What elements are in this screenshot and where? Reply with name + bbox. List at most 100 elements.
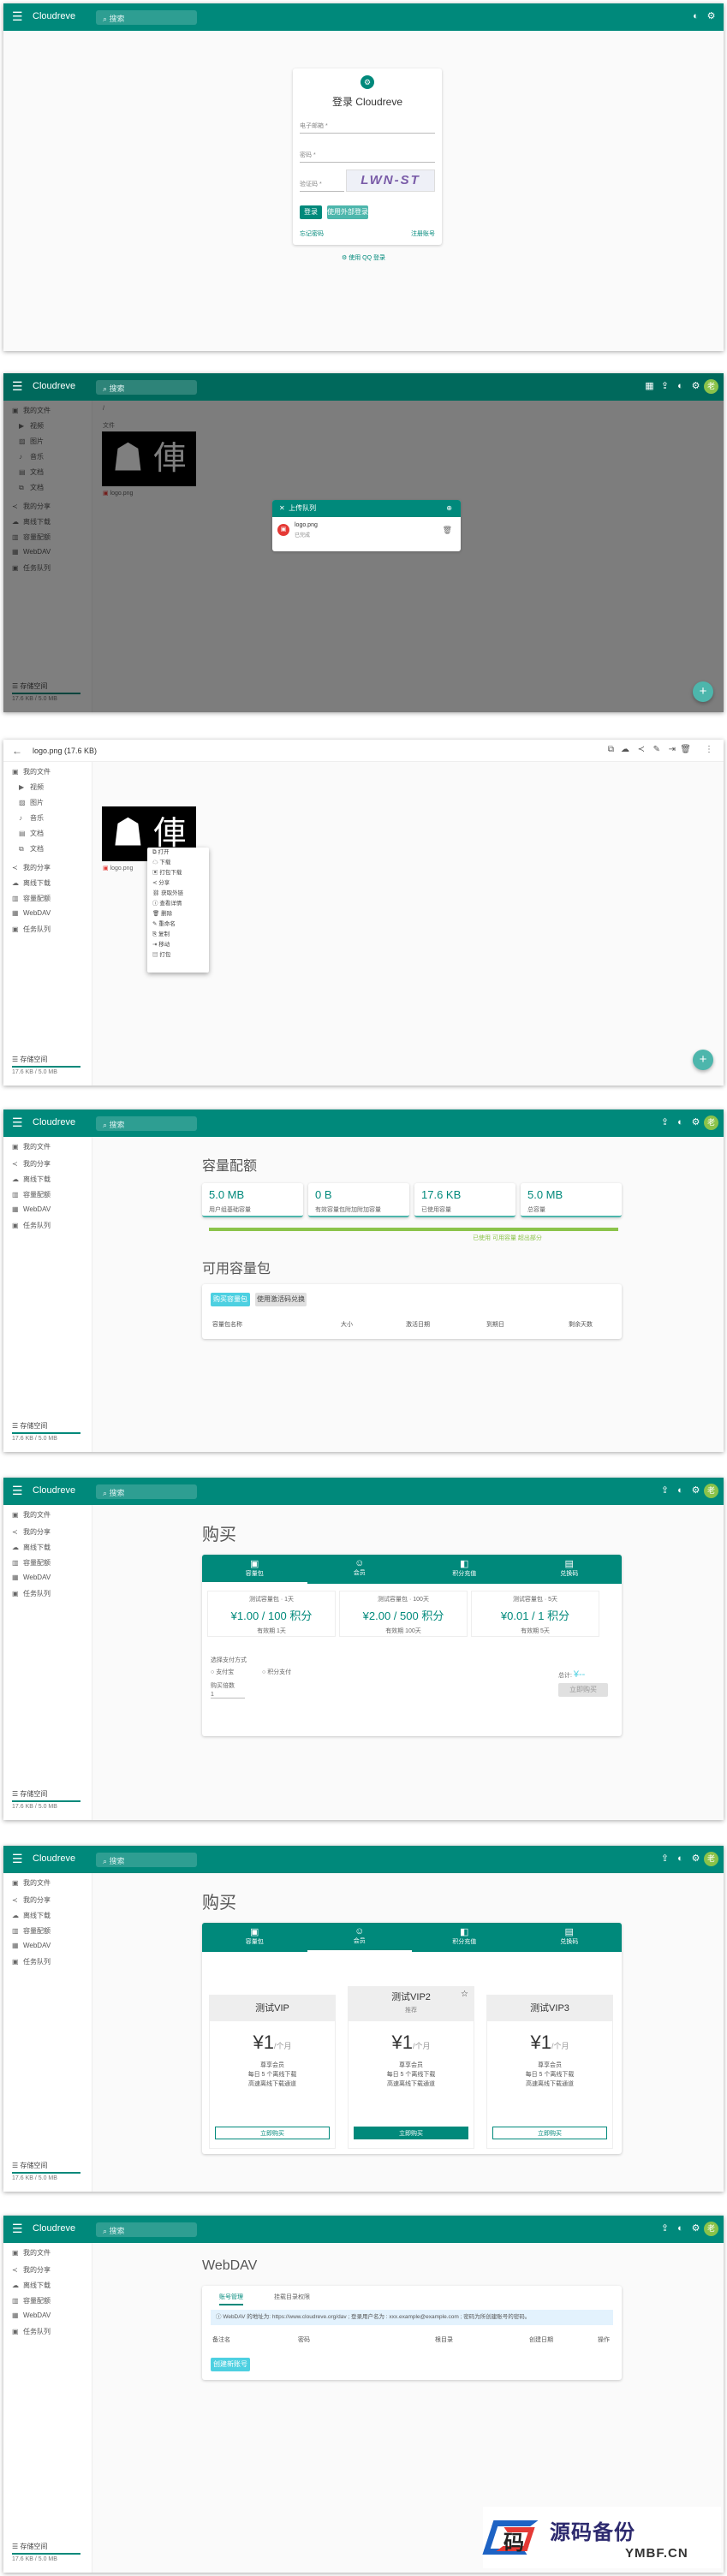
share-icon[interactable]: ≺ [638, 745, 645, 754]
menu-item-rename[interactable]: ✎ 重命名 [147, 919, 209, 930]
tab-points[interactable]: ◧ 积分充值 [412, 1558, 517, 1578]
sidebar-item-tasks[interactable]: ▣任务队列 [12, 1589, 51, 1598]
upload-fab[interactable]: + [693, 1050, 713, 1070]
menu-item-archive-download[interactable]: ▣ 打包下载 [147, 868, 209, 878]
menu-item-link[interactable]: ⛓ 获取外链 [147, 889, 209, 899]
tab-vip[interactable]: ☺ 会员 [307, 1926, 413, 1945]
theme-icon[interactable]: ◐ [690, 11, 701, 22]
menu-icon[interactable]: ☰ [12, 9, 23, 24]
sidebar-item-storage[interactable]: ▥容量配额 [12, 1926, 51, 1936]
upload-fab[interactable]: + [693, 681, 713, 702]
vip-buy-button-2[interactable]: 立即购买 [492, 2127, 607, 2139]
menu-item-copy[interactable]: ⎘ 复制 [147, 930, 209, 940]
redeem-button[interactable]: 使用激活码兑换 [255, 1293, 307, 1306]
avatar[interactable]: 老 [704, 1484, 718, 1498]
share-icon[interactable]: ⇪ [659, 2223, 670, 2234]
sidebar-item-shares[interactable]: ≺我的分享 [12, 1895, 51, 1905]
sidebar-item-my-files[interactable]: ▣我的文件 [12, 1142, 51, 1151]
sidebar-item-storage[interactable]: ▥容量配额 [12, 1558, 51, 1568]
file-name[interactable]: ▣ logo.png [103, 865, 133, 872]
more-icon[interactable]: ⋮ [705, 745, 713, 754]
sidebar-item-downloads[interactable]: ☁离线下载 [12, 1175, 51, 1184]
theme-icon[interactable]: ◐ [675, 1117, 686, 1128]
pack-item-2[interactable]: 测试容量包 · 5天 ¥0.01 / 1 积分 有效期 5天 [471, 1591, 599, 1637]
menu-item-move[interactable]: ⇥ 移动 [147, 940, 209, 950]
sidebar-item-image[interactable]: ▨图片 [19, 798, 44, 807]
tab-vip[interactable]: ☺ 会员 [307, 1558, 413, 1577]
search-input[interactable]: ⌕ 搜索 [96, 1484, 197, 1499]
external-login-link[interactable]: ⚙ 使用 QQ 登录 [3, 253, 724, 262]
pack-item-0[interactable]: 测试容量包 · 1天 ¥1.00 / 100 积分 有效期 1天 [207, 1591, 336, 1637]
tab-packs[interactable]: ▣ 容量包 [202, 1558, 307, 1578]
tab-accounts[interactable]: 账号管理 [219, 2293, 243, 2305]
delete-icon[interactable]: 🗑 [443, 526, 452, 535]
pay-option-alipay[interactable]: ○ 支付宝 [211, 1668, 234, 1676]
download-icon[interactable]: ☁ [621, 745, 629, 754]
theme-icon[interactable]: ◐ [675, 1485, 686, 1496]
settings-icon[interactable]: ⚙ [706, 11, 717, 22]
sidebar-item-downloads[interactable]: ☁离线下载 [12, 1543, 51, 1552]
back-icon[interactable]: ← [12, 745, 22, 757]
sidebar-item-webdav[interactable]: ▦WebDAV [12, 1942, 51, 1949]
sidebar-item-downloads[interactable]: ☁离线下载 [12, 1911, 51, 1920]
email-field[interactable]: 电子邮箱 * [300, 122, 435, 134]
pay-option-points[interactable]: ○ 积分支付 [262, 1668, 291, 1676]
avatar[interactable]: 老 [704, 1115, 718, 1130]
settings-icon[interactable]: ⚙ [690, 2223, 701, 2234]
tab-redeem[interactable]: ▤ 兑换码 [517, 1926, 623, 1946]
external-login-button[interactable]: 使用外部登录 [327, 205, 368, 219]
share-icon[interactable]: ⇪ [659, 1853, 670, 1865]
pack-item-1[interactable]: 测试容量包 · 100天 ¥2.00 / 500 积分 有效期 100天 [339, 1591, 468, 1637]
search-input[interactable]: ⌕ 搜索 [96, 1116, 197, 1131]
sidebar-item-webdav[interactable]: ▦WebDAV [12, 909, 51, 917]
login-button[interactable]: 登录 [300, 205, 322, 219]
sidebar-item-webdav[interactable]: ▦WebDAV [12, 1205, 51, 1213]
open-icon[interactable]: ⧉ [608, 745, 614, 754]
sidebar-item-tasks[interactable]: ▣任务队列 [12, 925, 51, 934]
menu-icon[interactable]: ☰ [12, 379, 23, 394]
sidebar-item-my-files[interactable]: ▣我的文件 [12, 1510, 51, 1520]
avatar[interactable]: 老 [704, 2222, 718, 2236]
sidebar-item-storage[interactable]: ▥容量配额 [12, 2296, 51, 2305]
search-input[interactable]: ⌕ 搜索 [96, 2222, 197, 2237]
sidebar-item-tasks[interactable]: ▣任务队列 [12, 1221, 51, 1230]
sidebar-item-doc2[interactable]: ⧉文档 [19, 844, 44, 854]
menu-item-details[interactable]: ⓘ 查看详情 [147, 899, 209, 909]
sidebar-item-downloads[interactable]: ☁离线下载 [12, 2281, 51, 2290]
sidebar-item-tasks[interactable]: ▣任务队列 [12, 1957, 51, 1966]
rename-icon[interactable]: ✎ [653, 745, 660, 754]
view-icon[interactable]: ▦ [644, 381, 655, 392]
register-link[interactable]: 注册账号 [411, 229, 435, 238]
menu-icon[interactable]: ☰ [12, 2222, 23, 2236]
sidebar-item-my-files[interactable]: ▣我的文件 [12, 1878, 51, 1888]
theme-icon[interactable]: ◐ [675, 2223, 686, 2234]
search-input[interactable]: ⌕ 搜索 [96, 1853, 197, 1867]
menu-icon[interactable]: ☰ [12, 1484, 23, 1498]
sidebar-item-storage[interactable]: ▥容量配额 [12, 1190, 51, 1199]
menu-item-delete[interactable]: 🗑 删除 [147, 909, 209, 919]
tab-packs[interactable]: ▣ 容量包 [202, 1926, 307, 1946]
create-account-button[interactable]: 创建新账号 [211, 2358, 250, 2371]
buy-pack-button[interactable]: 购买容量包 [211, 1293, 250, 1306]
settings-icon[interactable]: ⚙ [690, 381, 701, 392]
theme-icon[interactable]: ◐ [675, 381, 686, 392]
sidebar-item-my-files[interactable]: ▣我的文件 [12, 767, 51, 776]
sidebar-item-shares[interactable]: ≺我的分享 [12, 1527, 51, 1537]
sidebar-item-music[interactable]: ♪音乐 [19, 813, 44, 823]
menu-item-download[interactable]: ☁ 下载 [147, 858, 209, 868]
qty-input[interactable]: 1 [211, 1692, 245, 1698]
menu-item-open[interactable]: ⧉ 打开 [147, 848, 209, 858]
sidebar-item-webdav[interactable]: ▦WebDAV [12, 2311, 51, 2319]
menu-item-compress[interactable]: ▤ 打包 [147, 950, 209, 961]
settings-icon[interactable]: ⚙ [690, 1853, 701, 1865]
vip-buy-button-0[interactable]: 立即购买 [215, 2127, 330, 2139]
sidebar-item-shares[interactable]: ≺我的分享 [12, 863, 51, 872]
captcha-image[interactable]: LWN-ST [346, 170, 435, 192]
sidebar-item-webdav[interactable]: ▦WebDAV [12, 1574, 51, 1581]
close-icon[interactable]: ✕ [279, 504, 285, 512]
tab-redeem[interactable]: ▤ 兑换码 [517, 1558, 623, 1578]
sidebar-item-shares[interactable]: ≺我的分享 [12, 2265, 51, 2275]
search-input[interactable]: ⌕ 搜索 [96, 380, 197, 395]
add-icon[interactable]: ⊕ [446, 500, 452, 517]
sidebar-item-downloads[interactable]: ☁离线下载 [12, 878, 51, 888]
